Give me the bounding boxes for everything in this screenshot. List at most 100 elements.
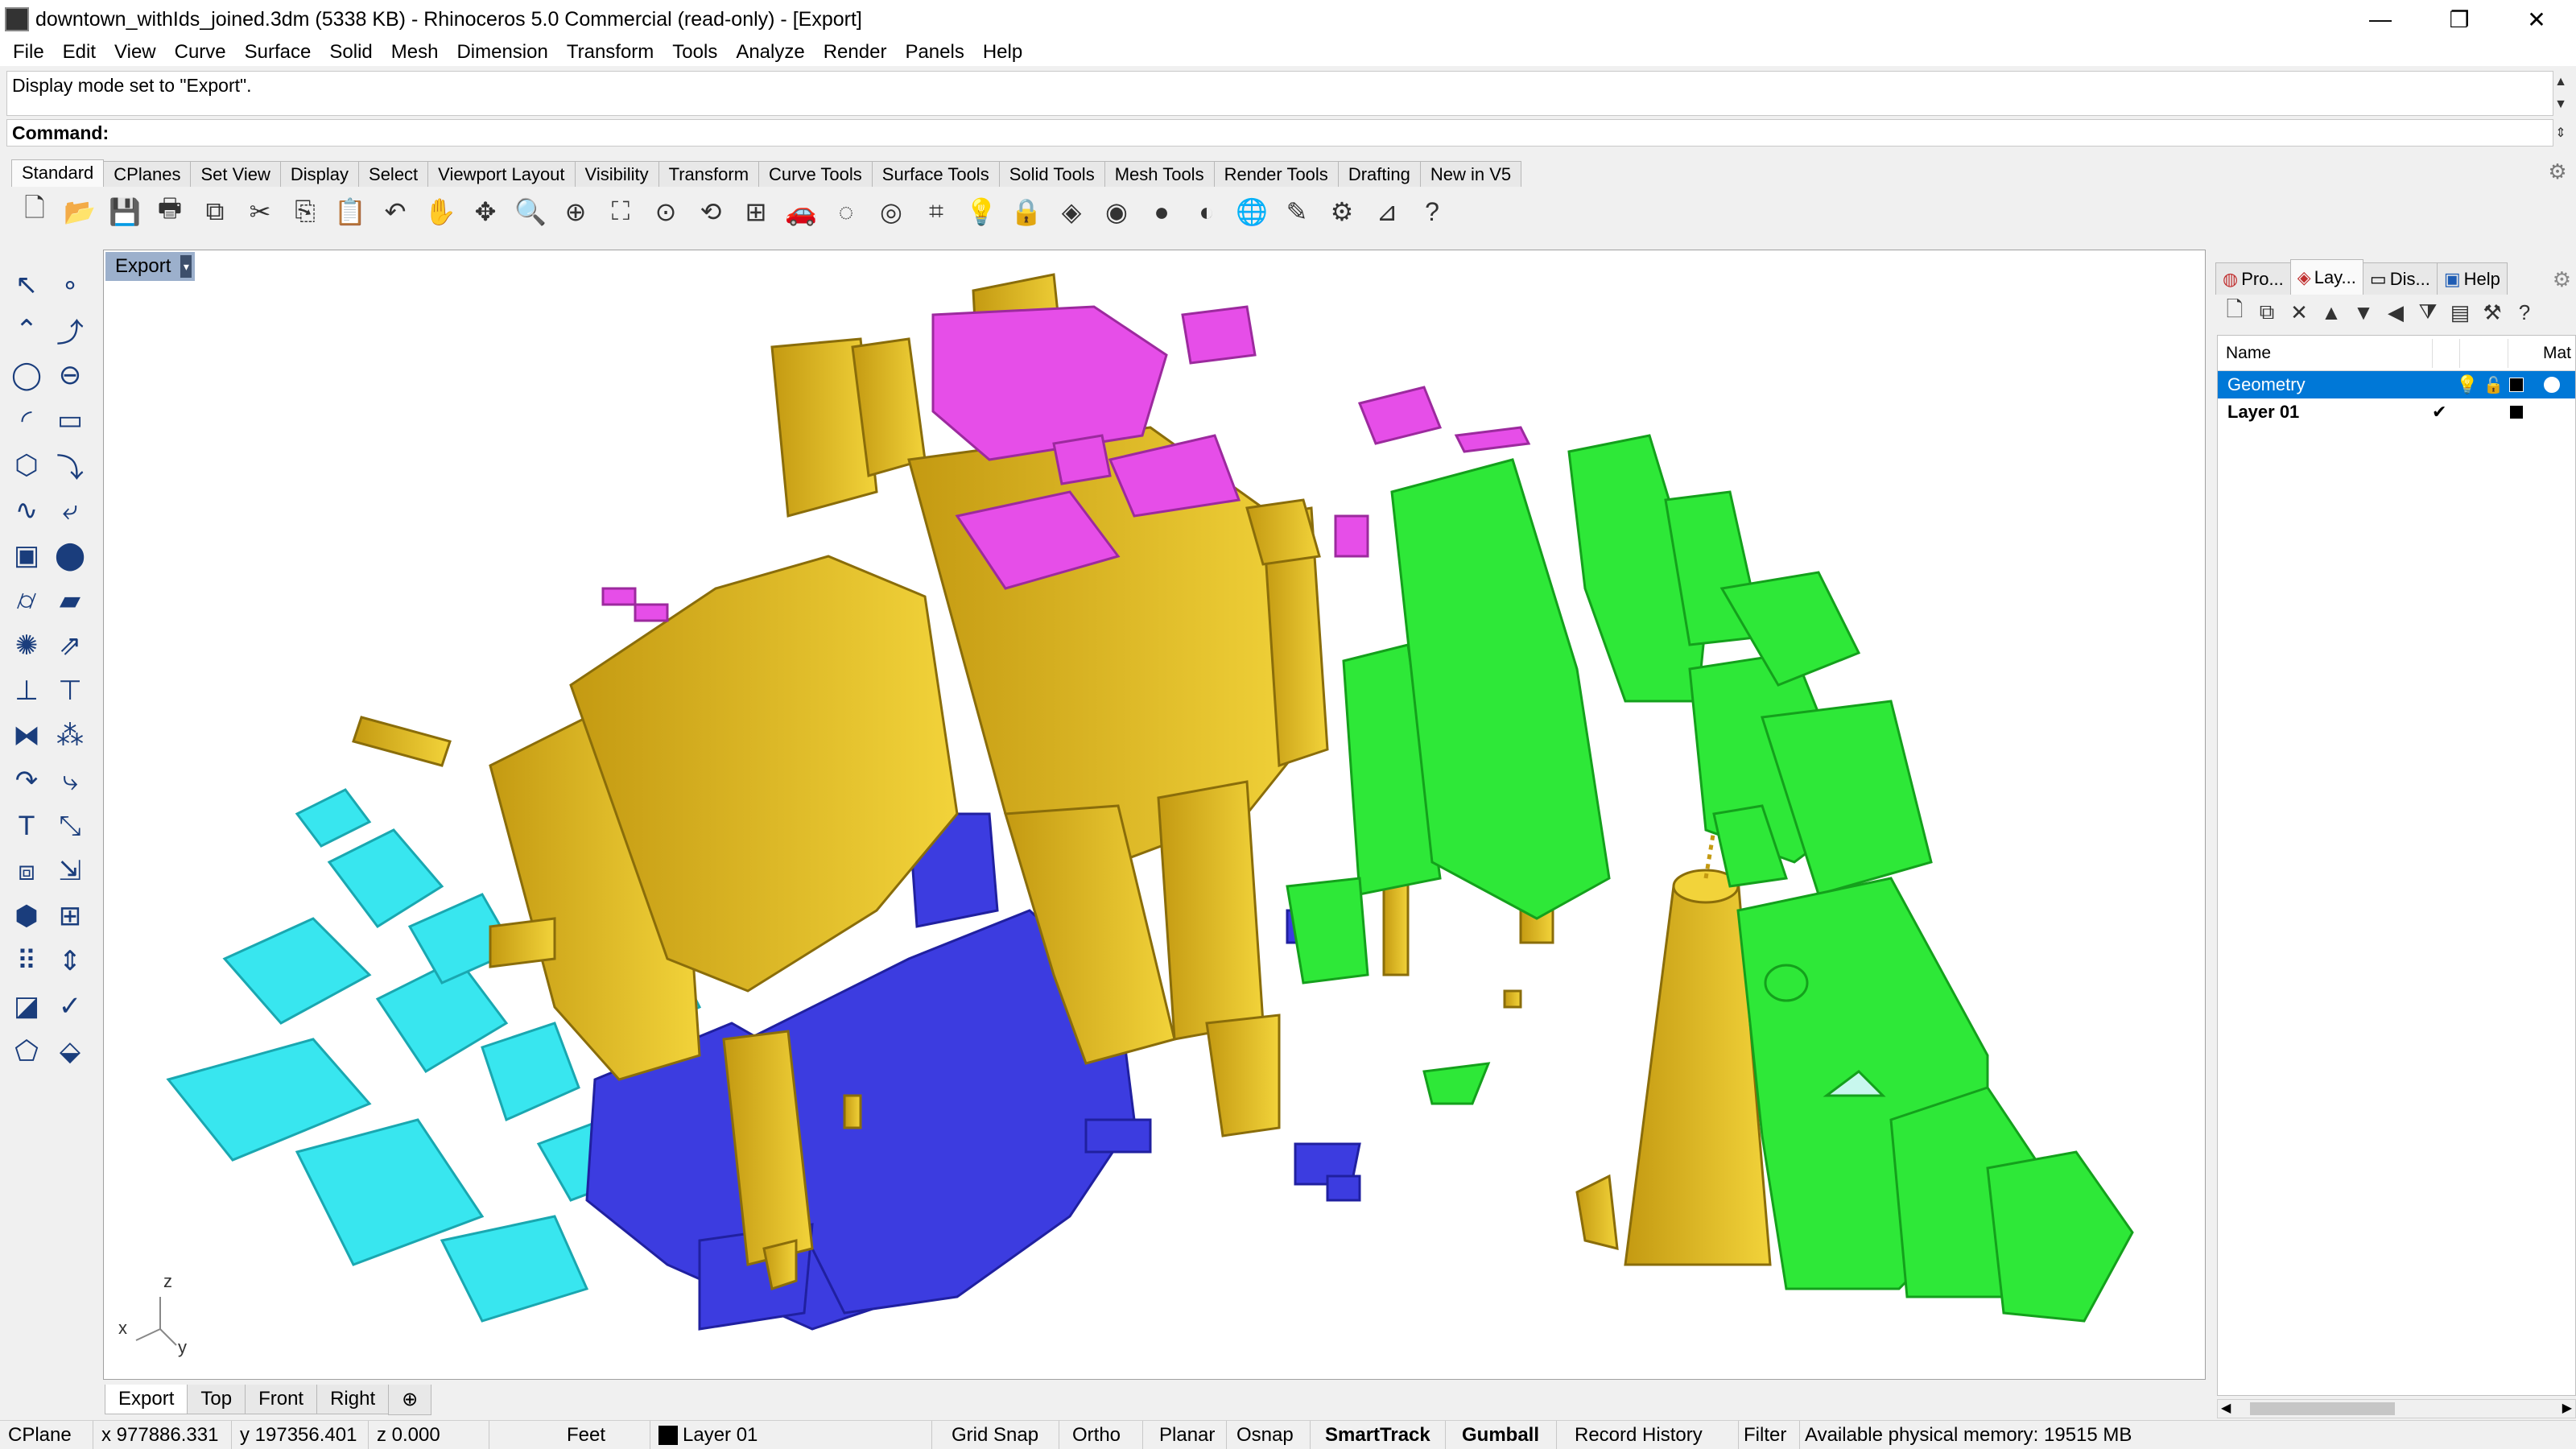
tab-new-in-v5[interactable]: New in V5 bbox=[1419, 161, 1522, 187]
toggle-ortho[interactable]: Ortho bbox=[1059, 1421, 1143, 1449]
ellipse-icon[interactable]: ⊖ bbox=[48, 353, 92, 398]
open-folder-icon[interactable]: 📂 bbox=[61, 193, 98, 230]
layer-color-swatch[interactable] bbox=[2509, 405, 2524, 419]
vertical-icon[interactable]: ⇕ bbox=[48, 939, 92, 984]
curve-icon[interactable]: ⤴ bbox=[48, 308, 92, 353]
minimize-button[interactable]: — bbox=[2344, 0, 2417, 39]
dimension-icon[interactable]: ⊿ bbox=[1368, 193, 1406, 230]
menu-solid[interactable]: Solid bbox=[321, 41, 382, 64]
command-prompt[interactable]: Command: bbox=[6, 119, 2553, 147]
boolean-icon[interactable]: ⧓ bbox=[5, 713, 48, 758]
new-sublayer-icon[interactable]: ⧉ bbox=[2254, 299, 2280, 325]
color-wheel-icon[interactable]: ◉ bbox=[1098, 193, 1135, 230]
group-icon[interactable]: ⧈ bbox=[5, 848, 48, 894]
rendered-sphere-icon[interactable]: ◐ bbox=[1188, 193, 1225, 230]
menu-file[interactable]: File bbox=[5, 41, 55, 64]
panel-gear-icon[interactable]: ⚙ bbox=[2553, 267, 2571, 292]
text-icon[interactable]: T bbox=[5, 803, 48, 848]
delete-layer-icon[interactable]: ✕ bbox=[2286, 299, 2312, 325]
menu-curve[interactable]: Curve bbox=[167, 41, 237, 64]
menu-mesh[interactable]: Mesh bbox=[383, 41, 449, 64]
undo-icon[interactable]: ↶ bbox=[377, 193, 414, 230]
light-bulb-icon[interactable]: 💡 bbox=[963, 193, 1000, 230]
attach-icon[interactable]: ⧉ bbox=[196, 193, 233, 230]
column-material[interactable]: Mat bbox=[2543, 344, 2571, 363]
zoom-icon[interactable]: 🔍 bbox=[512, 193, 549, 230]
offset-icon[interactable]: ⤶ bbox=[48, 488, 92, 533]
scroll-right-icon[interactable]: ▶ bbox=[2562, 1400, 2572, 1416]
menu-analyze[interactable]: Analyze bbox=[728, 41, 815, 64]
scroll-left-icon[interactable]: ◀ bbox=[2221, 1400, 2231, 1416]
tab-drafting[interactable]: Drafting bbox=[1337, 161, 1421, 187]
tab-surface-tools[interactable]: Surface Tools bbox=[871, 161, 1000, 187]
extrude-icon[interactable]: ⇗ bbox=[48, 623, 92, 668]
paint-icon[interactable]: ⬙ bbox=[48, 1029, 92, 1074]
menu-render[interactable]: Render bbox=[815, 41, 898, 64]
menu-view[interactable]: View bbox=[106, 41, 167, 64]
viewport-export[interactable]: z x y Export ▾ bbox=[103, 250, 2206, 1380]
tab-transform[interactable]: Transform bbox=[658, 161, 760, 187]
tab-cplanes[interactable]: CPlanes bbox=[103, 161, 192, 187]
layer-row-geometry[interactable]: Geometry 💡 🔓 bbox=[2218, 371, 2575, 398]
panel-tab-layers[interactable]: ◈ Lay... bbox=[2289, 259, 2363, 295]
tab-set-view[interactable]: Set View bbox=[190, 161, 281, 187]
extend-icon[interactable]: ⤷ bbox=[48, 758, 92, 803]
point-icon[interactable]: ∘ bbox=[48, 262, 92, 308]
print-icon[interactable]: 🖶 bbox=[151, 193, 188, 230]
show-icon[interactable]: ◎ bbox=[873, 193, 910, 230]
toggle-planar[interactable]: Planar bbox=[1143, 1421, 1227, 1449]
viewport-layout-icon[interactable]: ⊞ bbox=[737, 193, 774, 230]
scale-icon[interactable]: ⤡ bbox=[48, 803, 92, 848]
settings-gear-icon[interactable]: ⚙ bbox=[1323, 193, 1360, 230]
tab-solid-tools[interactable]: Solid Tools bbox=[998, 161, 1105, 187]
layer-color-swatch[interactable] bbox=[2509, 378, 2524, 392]
tools-icon[interactable]: ⚒ bbox=[2479, 299, 2505, 325]
paste-icon[interactable]: 📋 bbox=[332, 193, 369, 230]
command-scroll-icon[interactable]: ⇕ bbox=[2550, 122, 2571, 143]
toggle-gumball[interactable]: Gumball bbox=[1446, 1421, 1557, 1449]
layer-icon[interactable]: ◈ bbox=[1053, 193, 1090, 230]
surface-icon[interactable]: ▰ bbox=[48, 578, 92, 623]
zoom-selected-icon[interactable]: ⊙ bbox=[647, 193, 684, 230]
transform-icon[interactable]: ⇲ bbox=[48, 848, 92, 894]
sphere-icon[interactable]: ⬤ bbox=[48, 533, 92, 578]
viewport-title[interactable]: Export ▾ bbox=[105, 252, 196, 281]
grid-array-icon[interactable]: ⠿ bbox=[5, 939, 48, 984]
tab-curve-tools[interactable]: Curve Tools bbox=[758, 161, 873, 187]
toggle-filter[interactable]: Filter bbox=[1739, 1421, 1800, 1449]
fillet-icon[interactable]: ⤵ bbox=[48, 443, 92, 488]
cut-icon[interactable]: ✂ bbox=[242, 193, 279, 230]
free-curve-icon[interactable]: ∿ bbox=[5, 488, 48, 533]
menu-edit[interactable]: Edit bbox=[55, 41, 106, 64]
tab-viewport-layout[interactable]: Viewport Layout bbox=[427, 161, 576, 187]
arc-icon[interactable]: ◜ bbox=[5, 398, 48, 443]
analyze-icon[interactable]: ◪ bbox=[5, 984, 48, 1029]
column-name[interactable]: Name bbox=[2226, 344, 2271, 363]
hide-icon[interactable]: ◌ bbox=[828, 193, 865, 230]
new-file-icon[interactable]: 🗋 bbox=[16, 193, 53, 230]
explode-icon[interactable]: ✺ bbox=[5, 623, 48, 668]
menu-tools[interactable]: Tools bbox=[664, 41, 728, 64]
current-layer-check-icon[interactable]: ✔ bbox=[2432, 402, 2446, 423]
polyline-icon[interactable]: ⌃ bbox=[5, 308, 48, 353]
unlock-icon[interactable]: 🔓 bbox=[2483, 375, 2504, 395]
join-icon[interactable]: ⊥ bbox=[5, 668, 48, 713]
layer-list-scrollbar[interactable]: ◀ ▶ bbox=[2217, 1399, 2576, 1418]
bulb-icon[interactable]: 💡 bbox=[2456, 374, 2478, 395]
zoom-window-icon[interactable]: ⊕ bbox=[557, 193, 594, 230]
layer-help-icon[interactable]: ? bbox=[2512, 299, 2537, 325]
vp-tab-add-icon[interactable]: ⊕ bbox=[388, 1385, 432, 1415]
tab-select[interactable]: Select bbox=[358, 161, 429, 187]
layer-row-layer-01[interactable]: Layer 01 ✔ bbox=[2218, 398, 2575, 426]
toggle-osnap[interactable]: Osnap bbox=[1227, 1421, 1311, 1449]
move-down-icon[interactable]: ▼ bbox=[2351, 299, 2376, 325]
pan-hand-icon[interactable]: ✋ bbox=[422, 193, 459, 230]
viewport-menu-arrow-icon[interactable]: ▾ bbox=[180, 255, 192, 278]
trim-icon[interactable]: ↷ bbox=[5, 758, 48, 803]
shaded-sphere-icon[interactable]: ● bbox=[1143, 193, 1180, 230]
history-scroll-down-icon[interactable]: ▼ bbox=[2550, 95, 2571, 114]
tab-mesh-tools[interactable]: Mesh Tools bbox=[1104, 161, 1215, 187]
car-icon[interactable]: 🚗 bbox=[782, 193, 819, 230]
tab-standard[interactable]: Standard bbox=[11, 159, 105, 187]
save-icon[interactable]: 💾 bbox=[106, 193, 143, 230]
